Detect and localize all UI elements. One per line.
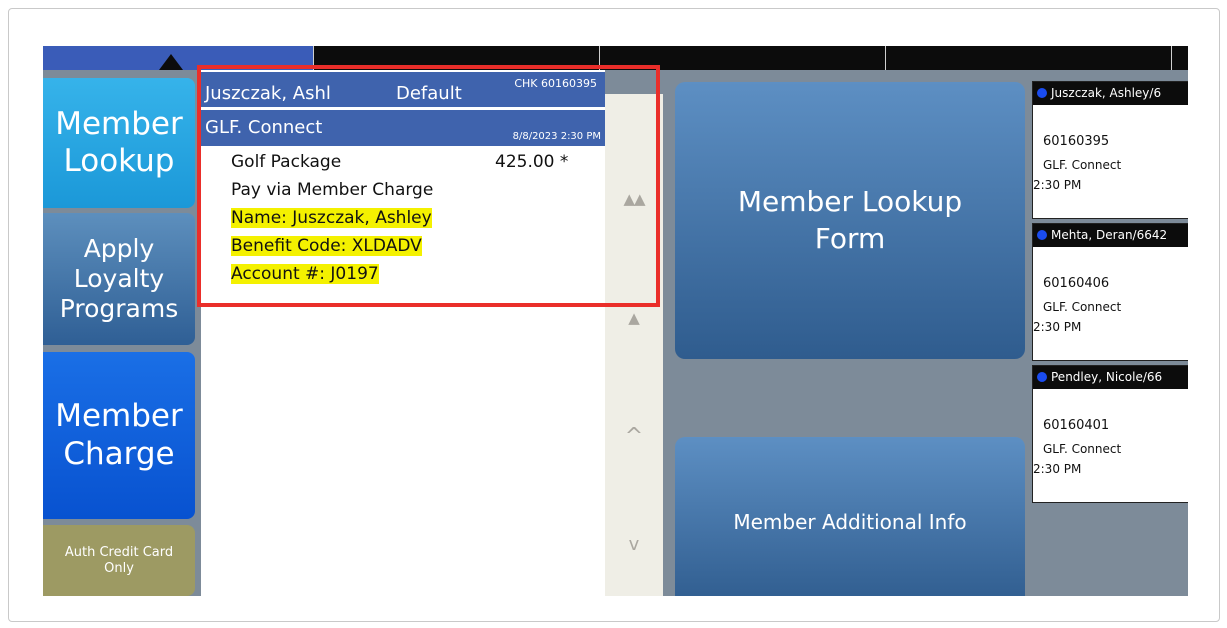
open-check-card[interactable]: Mehta, Deran/6642 60160406 GLF. Connect … (1032, 223, 1188, 361)
scroll-up-icon[interactable]: ^ (605, 424, 663, 449)
annotation-highlight-box (197, 65, 660, 307)
card-time: 2:30 PM (1033, 462, 1082, 476)
card-group: GLF. Connect (1043, 158, 1122, 172)
scroll-top-icon[interactable]: ▲ (605, 309, 663, 327)
member-additional-info-button[interactable]: Member Additional Info (675, 437, 1025, 596)
card-check-number: 60160395 (1043, 134, 1110, 149)
tab-4[interactable] (886, 46, 1171, 70)
member-lookup-form-label: Member Lookup Form (737, 185, 963, 255)
scroll-down-icon[interactable]: v (605, 534, 663, 555)
member-charge-button[interactable]: Member Charge (43, 352, 195, 519)
card-group: GLF. Connect (1043, 442, 1122, 456)
active-tab-arrow-icon (159, 54, 183, 70)
apply-loyalty-label: Apply Loyalty Programs (59, 234, 179, 323)
card-check-number: 60160401 (1043, 418, 1110, 433)
card-group: GLF. Connect (1043, 300, 1122, 314)
member-lookup-label: Member Lookup (55, 105, 183, 179)
member-lookup-form-button[interactable]: Member Lookup Form (675, 82, 1025, 359)
member-lookup-button[interactable]: Member Lookup (43, 78, 195, 208)
card-time: 2:30 PM (1033, 178, 1082, 192)
card-title: Mehta, Deran/6642 (1033, 224, 1188, 247)
open-check-card[interactable]: Pendley, Nicole/66 60160401 GLF. Connect… (1032, 365, 1188, 503)
auth-credit-card-button[interactable]: Auth Credit Card Only (43, 525, 195, 596)
card-title: Pendley, Nicole/66 (1033, 366, 1188, 389)
tab-divider (1171, 46, 1172, 70)
member-charge-label: Member Charge (55, 398, 183, 472)
status-dot-icon (1037, 372, 1047, 382)
auth-credit-label: Auth Credit Card Only (64, 544, 174, 576)
card-check-number: 60160406 (1043, 276, 1110, 291)
status-dot-icon (1037, 88, 1047, 98)
card-title: Juszczak, Ashley/6 (1033, 82, 1188, 105)
apply-loyalty-programs-button[interactable]: Apply Loyalty Programs (43, 213, 195, 345)
card-time: 2:30 PM (1033, 320, 1082, 334)
open-check-card[interactable]: Juszczak, Ashley/6 60160395 GLF. Connect… (1032, 81, 1188, 219)
status-dot-icon (1037, 230, 1047, 240)
member-additional-info-label: Member Additional Info (733, 510, 967, 534)
